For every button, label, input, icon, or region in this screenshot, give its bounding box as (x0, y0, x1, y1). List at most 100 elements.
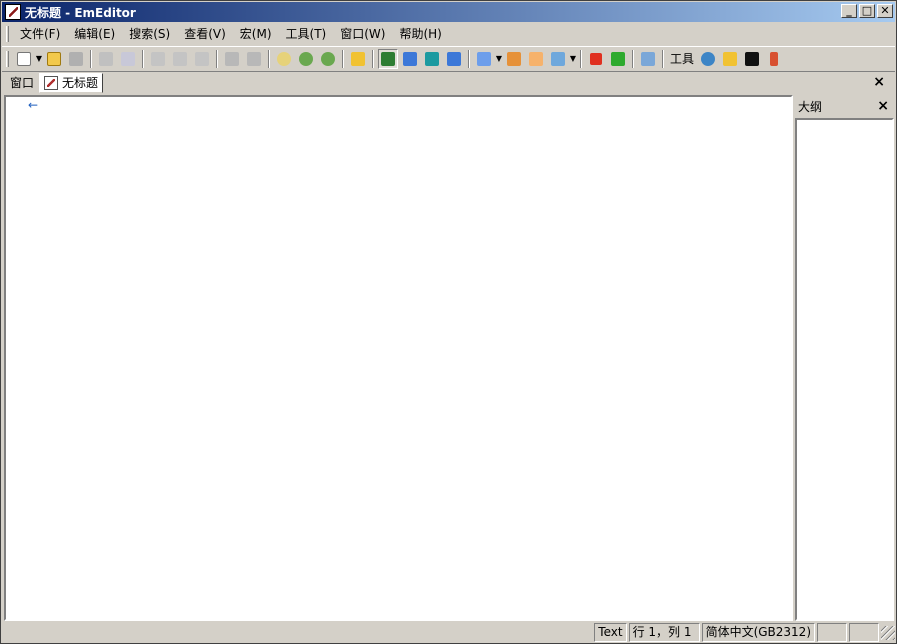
find-in-files-icon (351, 51, 365, 66)
toolbar-separator (632, 49, 634, 68)
word-wrap-button[interactable] (422, 49, 442, 69)
find-in-files-button[interactable] (348, 49, 368, 69)
outline-header: 大纲 × (794, 95, 895, 117)
print-preview-icon (121, 51, 135, 66)
check-dropdown-icon[interactable]: ▼ (569, 54, 577, 63)
undo-button[interactable] (222, 49, 242, 69)
resize-grip-icon[interactable] (881, 625, 895, 640)
toolbar-separator (268, 49, 270, 68)
outline-title: 大纲 (798, 99, 823, 114)
toolbar-separator (142, 49, 144, 68)
internet-explorer-icon (701, 51, 716, 66)
tab-untitled[interactable]: 无标题 (39, 72, 104, 93)
menu-window[interactable]: 窗口(W) (333, 25, 392, 43)
save-icon (69, 51, 83, 66)
configuration-button[interactable] (474, 49, 494, 69)
menu-macros[interactable]: 宏(M) (233, 25, 279, 43)
find-previous-icon (321, 51, 335, 66)
main-toolbar: ▼ ▼ ▼ 工具 (2, 46, 895, 70)
find-button[interactable] (274, 49, 294, 69)
status-encoding[interactable]: 简体中文(GB2312) (701, 623, 815, 642)
configuration-dropdown-icon[interactable]: ▼ (495, 54, 503, 63)
print-button[interactable] (96, 49, 116, 69)
toolbar-separator (372, 49, 374, 68)
toolbar-icon (381, 51, 395, 66)
menu-edit[interactable]: 编辑(E) (67, 25, 122, 43)
window-title: 无标题 - EmEditor (25, 5, 136, 20)
cut-button[interactable] (148, 49, 168, 69)
text-editor-area[interactable]: ← (4, 95, 793, 621)
folder-icon (723, 51, 738, 66)
document-icon (44, 75, 59, 90)
status-bar: Text 行 1，列 1 简体中文(GB2312) (2, 622, 895, 643)
find-next-icon (299, 51, 313, 66)
new-file-button[interactable] (14, 49, 34, 69)
marks-icon (403, 51, 417, 66)
toolbar-separator (90, 49, 92, 68)
magnifier-icon (277, 51, 291, 66)
properties-button[interactable] (526, 49, 546, 69)
internet-explorer-button[interactable] (698, 49, 718, 69)
save-button[interactable] (66, 49, 86, 69)
paste-button[interactable] (192, 49, 212, 69)
minimize-button[interactable]: _ (841, 4, 857, 18)
tab-bar-window-label[interactable]: 窗口 (2, 74, 37, 91)
toolbar-grip[interactable] (6, 50, 9, 67)
run-macro-button[interactable] (608, 49, 628, 69)
configuration-icon (477, 51, 491, 66)
word-wrap-icon (425, 51, 439, 66)
menu-view[interactable]: 查看(V) (177, 25, 233, 43)
status-cursor-position[interactable]: 行 1，列 1 (628, 623, 700, 642)
record-macro-button[interactable] (586, 49, 606, 69)
close-button[interactable]: ✕ (877, 4, 893, 18)
maximize-button[interactable]: □ (859, 4, 875, 18)
open-folder-icon (47, 51, 61, 66)
outline-tree[interactable] (795, 118, 894, 621)
menu-tools[interactable]: 工具(T) (279, 25, 334, 43)
menubar-grip[interactable] (6, 26, 9, 42)
tools-label[interactable]: 工具 (670, 50, 694, 67)
tab-label: 无标题 (62, 76, 99, 90)
undo-icon (225, 51, 239, 66)
menu-file[interactable]: 文件(F) (13, 25, 67, 43)
document-tab-bar: 窗口 无标题 × (2, 71, 895, 93)
menu-search[interactable]: 搜索(S) (122, 25, 177, 43)
status-empty-cell-2 (849, 623, 879, 642)
plugin-button[interactable] (638, 49, 658, 69)
toolbar-separator (216, 49, 218, 68)
outline-close-icon[interactable]: × (877, 98, 889, 114)
menu-help[interactable]: 帮助(H) (392, 25, 448, 43)
command-prompt-icon (745, 51, 760, 66)
customize-icon (507, 51, 521, 66)
status-empty-cell-1 (817, 623, 847, 642)
customize-button[interactable] (504, 49, 524, 69)
wrap-window-icon (447, 51, 461, 66)
find-next-button[interactable] (296, 49, 316, 69)
toggle-toolbar-button[interactable] (378, 48, 398, 69)
plugin-icon (641, 51, 655, 66)
toolbar-separator (662, 49, 664, 68)
print-icon (99, 51, 113, 66)
status-mode[interactable]: Text (594, 623, 627, 642)
title-bar[interactable]: 无标题 - EmEditor _ □ ✕ (2, 2, 895, 22)
paste-icon (195, 51, 209, 66)
external-tool-button[interactable] (764, 49, 784, 69)
copy-icon (173, 51, 187, 66)
toolbar-separator (580, 49, 582, 68)
new-file-dropdown-icon[interactable]: ▼ (35, 54, 43, 63)
check-button[interactable] (548, 49, 568, 69)
copy-button[interactable] (170, 49, 190, 69)
open-button[interactable] (44, 49, 64, 69)
toggle-marks-button[interactable] (400, 49, 420, 69)
find-previous-button[interactable] (318, 49, 338, 69)
explorer-button[interactable] (720, 49, 740, 69)
print-preview-button[interactable] (118, 49, 138, 69)
redo-button[interactable] (244, 49, 264, 69)
wrap-by-window-button[interactable] (444, 49, 464, 69)
menu-bar: 文件(F) 编辑(E) 搜索(S) 查看(V) 宏(M) 工具(T) 窗口(W)… (2, 24, 895, 44)
checklist-icon (551, 51, 565, 66)
emeditor-app-icon[interactable] (5, 4, 21, 20)
cut-icon (151, 51, 165, 66)
tab-close-icon[interactable]: × (873, 74, 885, 90)
command-prompt-button[interactable] (742, 49, 762, 69)
